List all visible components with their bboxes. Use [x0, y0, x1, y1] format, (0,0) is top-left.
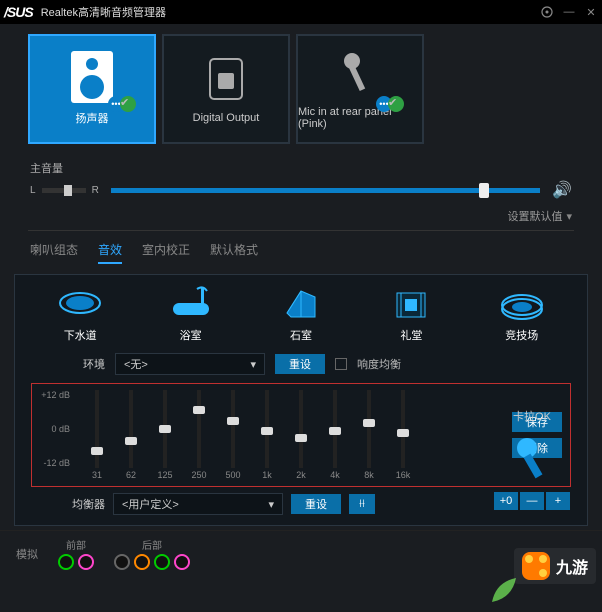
- reset-eq-button[interactable]: 重设: [291, 494, 341, 514]
- eq-band-4k[interactable]: 4k: [320, 390, 350, 480]
- eq-freq-label: 16k: [396, 470, 411, 480]
- jack-rear-black[interactable]: [114, 554, 130, 570]
- microphone-icon: [335, 48, 385, 98]
- speaker-icon: [67, 52, 117, 102]
- preset-sewer[interactable]: 下水道: [56, 283, 104, 343]
- balance-slider[interactable]: [42, 188, 86, 193]
- eq-band-16k[interactable]: 16k: [388, 390, 418, 480]
- eq-freq-label: 4k: [330, 470, 340, 480]
- eq-freq-label: 2k: [296, 470, 306, 480]
- jacks-front: 前部: [58, 537, 94, 570]
- jack-front-green[interactable]: [58, 554, 74, 570]
- titlebar: /SUS Realtek高清晰音频管理器 — ✕: [0, 0, 602, 24]
- eq-sliders-icon[interactable]: ⟊⟊: [349, 494, 375, 514]
- jack-rear-pink[interactable]: [174, 554, 190, 570]
- footer: 模拟 前部 后部: [0, 530, 602, 576]
- minimize-button[interactable]: —: [562, 5, 576, 19]
- eq-freq-label: 250: [191, 470, 206, 480]
- volume-title: 主音量: [30, 160, 572, 176]
- eq-band-1k[interactable]: 1k: [252, 390, 282, 480]
- chevron-down-icon: ▾: [268, 498, 274, 511]
- status-ok-icon: •••✔: [108, 96, 136, 112]
- jacks-rear: 后部: [114, 537, 190, 570]
- window-title: Realtek高清晰音频管理器: [41, 4, 540, 20]
- environment-select[interactable]: <无>▾: [115, 353, 265, 375]
- eq-band-500[interactable]: 500: [218, 390, 248, 480]
- device-label: Digital Output: [193, 112, 260, 124]
- eq-band-2k[interactable]: 2k: [286, 390, 316, 480]
- volume-slider[interactable]: [111, 188, 540, 193]
- karaoke-mic-icon[interactable]: [507, 432, 557, 482]
- eq-freq-label: 31: [92, 470, 102, 480]
- eq-band-125[interactable]: 125: [150, 390, 180, 480]
- status-ok-icon: •••✔: [376, 96, 404, 112]
- analog-label: 模拟: [16, 546, 38, 562]
- jack-rear-green[interactable]: [154, 554, 170, 570]
- karaoke-title: 卡拉OK: [484, 408, 580, 424]
- eq-freq-label: 125: [157, 470, 172, 480]
- eq-band-250[interactable]: 250: [184, 390, 214, 480]
- jack-rear-orange[interactable]: [134, 554, 150, 570]
- asus-logo: /SUS: [4, 4, 33, 20]
- digital-output-icon: [201, 54, 251, 104]
- preset-arena[interactable]: 竞技场: [498, 283, 546, 343]
- equalizer-select[interactable]: <用户定义>▾: [113, 493, 283, 515]
- watermark-text: 九游: [556, 554, 588, 578]
- close-button[interactable]: ✕: [584, 5, 598, 19]
- key-minus-button[interactable]: —: [520, 492, 544, 510]
- preset-auditorium[interactable]: 礼堂: [387, 283, 435, 343]
- eq-band-31[interactable]: 31: [82, 390, 112, 480]
- tab-room-correction[interactable]: 室内校正: [142, 241, 190, 264]
- tab-default-format[interactable]: 默认格式: [210, 241, 258, 264]
- tabs: 喇叭组态 音效 室内校正 默认格式: [0, 231, 602, 272]
- watermark: 九游: [514, 548, 596, 584]
- device-row: •••✔ 扬声器 Digital Output •••✔ Mic in at r…: [0, 24, 602, 154]
- eq-scale: +12 dB 0 dB -12 dB: [40, 390, 72, 468]
- loudness-checkbox[interactable]: [335, 358, 347, 370]
- equalizer-label: 均衡器: [45, 496, 105, 512]
- 9game-icon: [522, 552, 550, 580]
- set-default-dropdown[interactable]: 设置默认值: [507, 208, 562, 224]
- jack-front-pink[interactable]: [78, 554, 94, 570]
- chevron-down-icon: ▾: [250, 358, 256, 371]
- settings-icon[interactable]: [540, 5, 554, 19]
- karaoke-section: 卡拉OK +0 — +: [484, 408, 580, 510]
- device-label: 扬声器: [76, 110, 109, 126]
- main-volume: 主音量 L R 🔊: [0, 154, 602, 202]
- balance-r: R: [92, 185, 99, 196]
- chevron-down-icon[interactable]: ▾: [566, 210, 572, 223]
- tab-speaker-config[interactable]: 喇叭组态: [30, 241, 78, 264]
- device-digital[interactable]: Digital Output: [162, 34, 290, 144]
- volume-icon[interactable]: 🔊: [552, 180, 572, 200]
- reset-env-button[interactable]: 重设: [275, 354, 325, 374]
- key-zero-button[interactable]: +0: [494, 492, 518, 510]
- preset-bathroom[interactable]: 浴室: [167, 283, 215, 343]
- eq-band-8k[interactable]: 8k: [354, 390, 384, 480]
- device-mic[interactable]: •••✔ Mic in at rear panel (Pink): [296, 34, 424, 144]
- eq-band-62[interactable]: 62: [116, 390, 146, 480]
- eq-freq-label: 8k: [364, 470, 374, 480]
- device-speaker[interactable]: •••✔ 扬声器: [28, 34, 156, 144]
- preset-stone-room[interactable]: 石室: [277, 283, 325, 343]
- eq-freq-label: 62: [126, 470, 136, 480]
- key-plus-button[interactable]: +: [546, 492, 570, 510]
- tab-sound-effects[interactable]: 音效: [98, 241, 122, 264]
- loudness-label: 响度均衡: [357, 356, 401, 372]
- balance-l: L: [30, 185, 36, 196]
- eq-freq-label: 500: [225, 470, 240, 480]
- preset-row: 下水道 浴室 石室 礼堂 竞技场: [25, 283, 577, 343]
- environment-label: 环境: [45, 356, 105, 372]
- eq-freq-label: 1k: [262, 470, 272, 480]
